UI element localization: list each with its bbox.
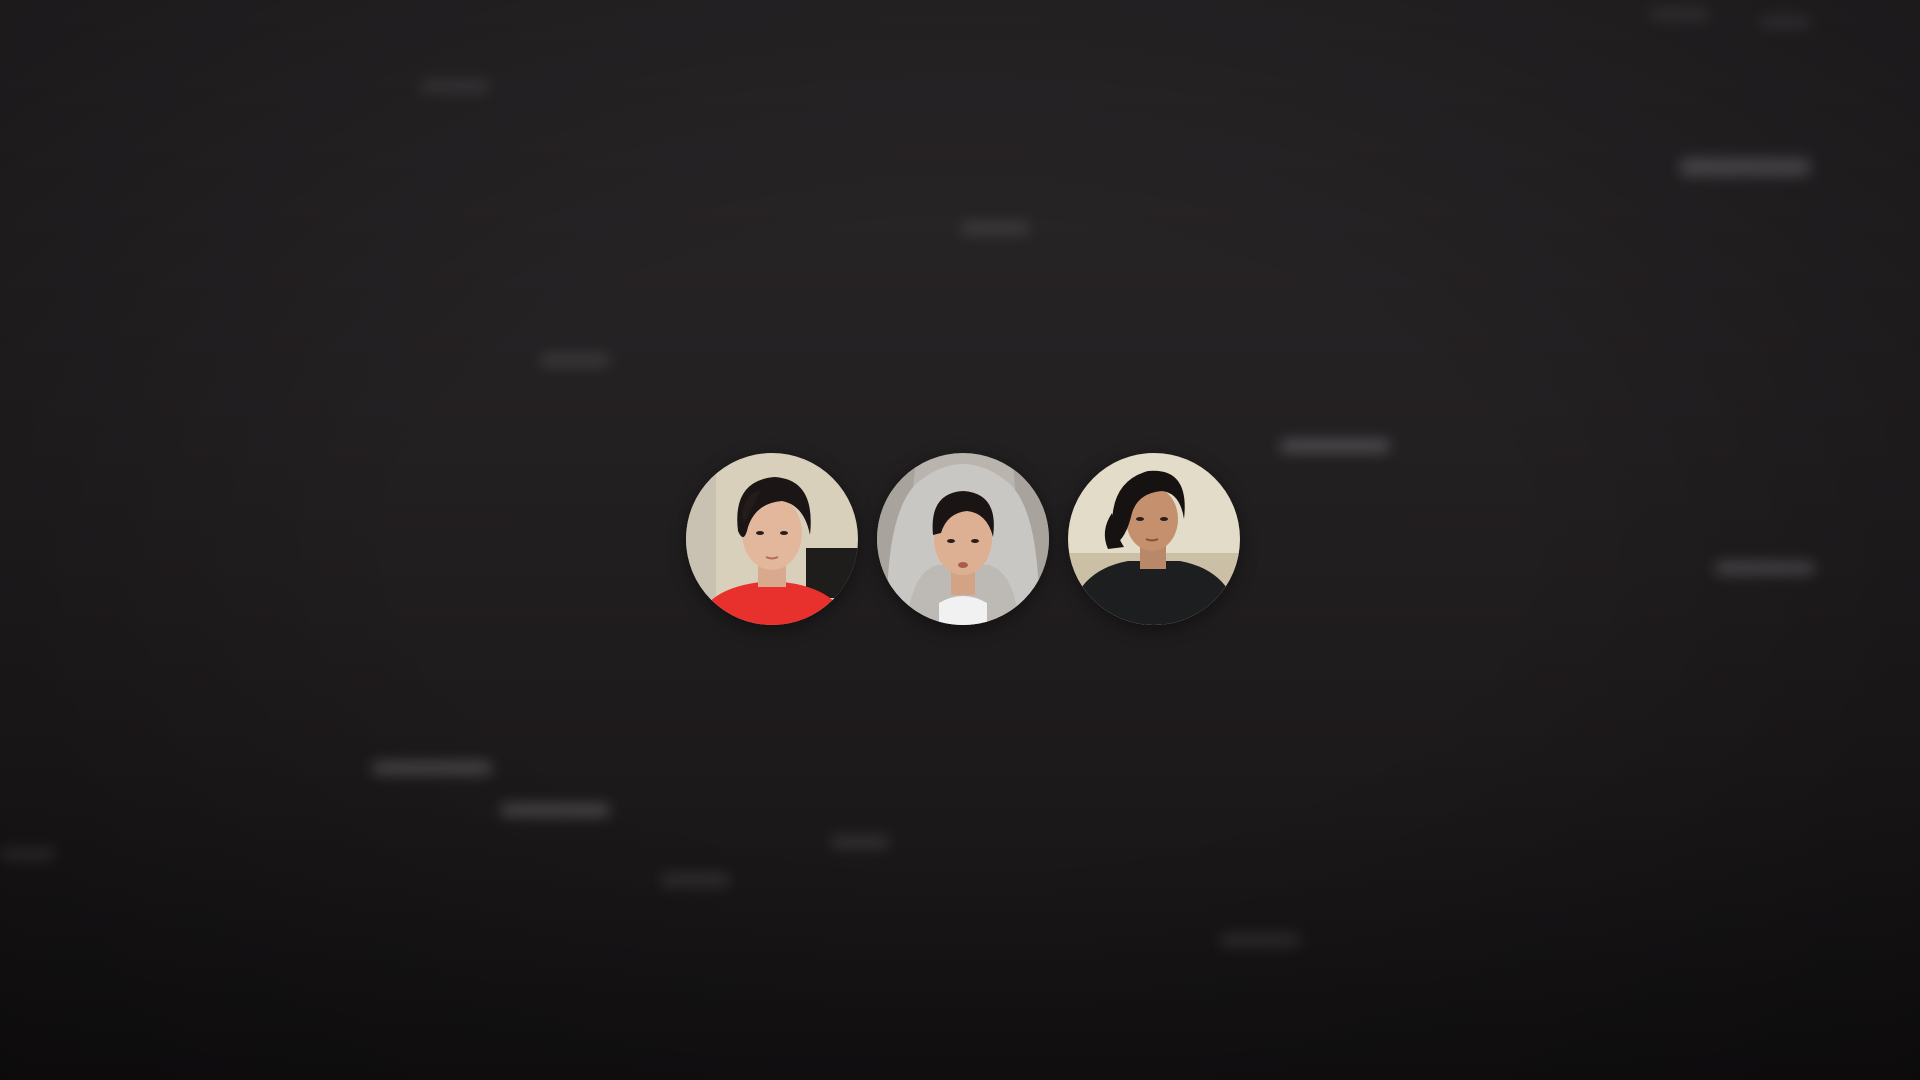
participant-avatar-3-icon: [1068, 453, 1240, 625]
call-screen: [0, 0, 1920, 1080]
participant-avatar-2-icon: [877, 453, 1049, 625]
participant-avatar-group: [686, 453, 1240, 625]
participant-avatar-1-icon: [686, 453, 858, 625]
participant-avatar-2[interactable]: [877, 453, 1049, 625]
participant-avatar-1[interactable]: [686, 453, 858, 625]
participant-avatar-3[interactable]: [1068, 453, 1240, 625]
